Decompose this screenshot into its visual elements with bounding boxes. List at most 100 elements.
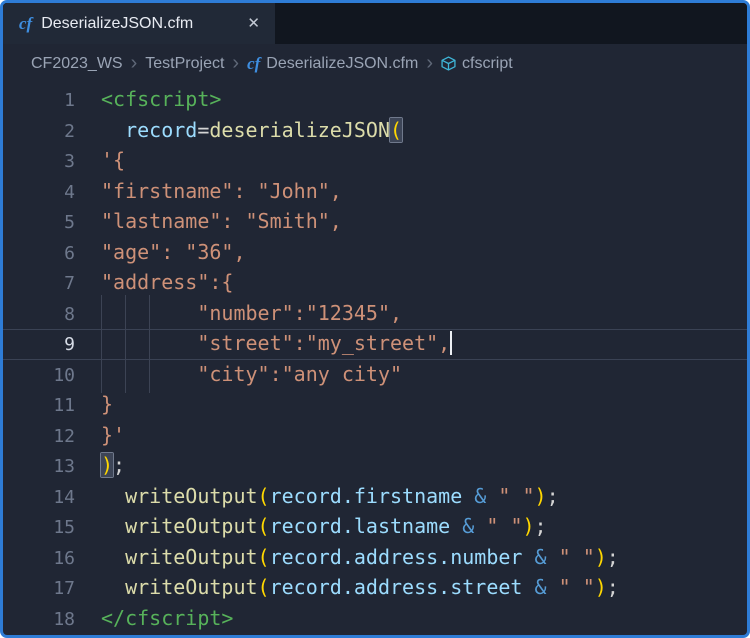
tab-title: DeserializeJSON.cfm	[41, 15, 235, 33]
token-plain	[547, 575, 559, 599]
breadcrumb-separator: ›	[426, 53, 433, 73]
token-brkt: (	[390, 118, 402, 142]
line-number: 7	[3, 269, 75, 299]
token-plain	[547, 545, 559, 569]
indent-guide	[149, 356, 150, 394]
token-plain	[522, 545, 534, 569]
code-text: record=deserializeJSON(	[101, 116, 747, 146]
code-text: "address":{	[101, 268, 747, 298]
line-number: 18	[3, 605, 75, 635]
code-text: }	[101, 390, 747, 420]
token-plain: ;	[535, 514, 547, 538]
code-editor[interactable]: 1<cfscript>2 record=deserializeJSON(3'{4…	[3, 83, 747, 634]
token-str: '{	[101, 148, 125, 172]
code-line-3[interactable]: 3 '{	[3, 146, 747, 177]
token-str: "number":"12345",	[197, 301, 402, 325]
indent-guide	[101, 356, 102, 394]
code-text: "age": "36",	[101, 238, 747, 268]
line-number: 17	[3, 574, 75, 604]
code-text: "number":"12345",	[101, 299, 747, 329]
line-number: 4	[3, 178, 75, 208]
token-plain	[101, 575, 125, 599]
line-number: 13	[3, 452, 75, 482]
breadcrumb-item-testproject[interactable]: TestProject	[145, 55, 224, 73]
line-number: 14	[3, 483, 75, 513]
token-str: " "	[559, 545, 595, 569]
code-line-2[interactable]: 2 record=deserializeJSON(	[3, 116, 747, 147]
token-plain: =	[197, 118, 209, 142]
breadcrumb-separator: ›	[131, 53, 138, 73]
code-line-17[interactable]: 17 writeOutput(record.address.street & "…	[3, 573, 747, 604]
code-text: writeOutput(record.address.street & " ")…	[101, 573, 747, 603]
breadcrumb-separator: ›	[232, 53, 239, 73]
code-line-12[interactable]: 12}'	[3, 421, 747, 452]
token-paren: (	[258, 575, 270, 599]
code-text: }'	[101, 421, 747, 451]
code-text: writeOutput(record.address.number & " ")…	[101, 543, 747, 573]
token-plain: ;	[547, 484, 559, 508]
coldfusion-file-icon: cf	[19, 15, 32, 32]
code-line-15[interactable]: 15 writeOutput(record.lastname & " ");	[3, 512, 747, 543]
token-var: record	[125, 118, 197, 142]
token-paren: )	[522, 514, 534, 538]
token-fn: writeOutput	[125, 575, 257, 599]
line-number: 2	[3, 117, 75, 147]
token-plain	[101, 514, 125, 538]
code-text: writeOutput(record.firstname & " ");	[101, 482, 747, 512]
token-str: "lastname": "Smith",	[101, 209, 342, 233]
token-plain	[522, 575, 534, 599]
token-var: record.firstname	[270, 484, 463, 508]
tab-close-icon[interactable]: ✕	[244, 14, 263, 33]
token-str: }	[101, 392, 113, 416]
code-line-6[interactable]: 6"age": "36",	[3, 238, 747, 269]
token-plain	[101, 545, 125, 569]
breadcrumb-item-cfscript[interactable]: cfscript	[441, 55, 513, 73]
token-str: "age": "36",	[101, 240, 246, 264]
token-plain	[474, 514, 486, 538]
breadcrumb-item-deserializejson-cfm[interactable]: cfDeserializeJSON.cfm	[247, 55, 418, 73]
token-plain: ;	[113, 453, 125, 477]
line-number: 3	[3, 147, 75, 177]
code-line-5[interactable]: 5 "lastname": "Smith",	[3, 207, 747, 238]
code-line-18[interactable]: 18</cfscript>	[3, 604, 747, 635]
token-str: " "	[486, 514, 522, 538]
code-line-14[interactable]: 14 writeOutput(record.firstname & " ");	[3, 482, 747, 513]
line-number: 15	[3, 513, 75, 543]
code-text: "firstname": "John",	[101, 177, 747, 207]
code-text: writeOutput(record.lastname & " ");	[101, 512, 747, 542]
cfscript-symbol-icon	[441, 56, 456, 71]
line-number: 1	[3, 86, 75, 116]
breadcrumb-label: TestProject	[145, 55, 224, 73]
token-paren: )	[595, 575, 607, 599]
token-fn: deserializeJSON	[209, 118, 390, 142]
code-line-4[interactable]: 4 "firstname": "John",	[3, 177, 747, 208]
breadcrumb-item-cf2023-ws[interactable]: CF2023_WS	[31, 55, 123, 73]
code-line-7[interactable]: 7 "address":{	[3, 268, 747, 299]
code-line-1[interactable]: 1 <cfscript>	[3, 85, 747, 116]
code-line-10[interactable]: 10 "city":"any city"	[3, 360, 747, 391]
token-amp: &	[474, 484, 486, 508]
token-brkt: )	[101, 453, 113, 477]
code-line-9[interactable]: 9 "street":"my_street",	[3, 329, 747, 360]
token-paren: )	[595, 545, 607, 569]
vscode-window: cf DeserializeJSON.cfm ✕ CF2023_WS › TestP…	[0, 0, 750, 638]
code-text: "city":"any city"	[101, 360, 747, 390]
tab-bar: cf DeserializeJSON.cfm ✕	[3, 3, 747, 44]
code-line-8[interactable]: 8 "number":"12345",	[3, 299, 747, 330]
text-cursor	[450, 331, 452, 355]
code-line-16[interactable]: 16 writeOutput(record.address.number & "…	[3, 543, 747, 574]
code-line-13[interactable]: 13);	[3, 451, 747, 482]
line-number: 8	[3, 300, 75, 330]
breadcrumb: CF2023_WS › TestProject › cfDeserializeJSON.…	[3, 44, 747, 83]
code-text: "lastname": "Smith",	[101, 207, 747, 237]
token-plain: ;	[607, 575, 619, 599]
line-number: 5	[3, 208, 75, 238]
line-number: 16	[3, 544, 75, 574]
code-text: <cfscript>	[101, 85, 747, 115]
token-tag: <cfscript>	[101, 87, 221, 111]
code-line-11[interactable]: 11}	[3, 390, 747, 421]
token-str: " "	[498, 484, 534, 508]
token-paren: )	[535, 484, 547, 508]
tab-deserializejson[interactable]: cf DeserializeJSON.cfm ✕	[3, 3, 275, 44]
token-plain	[450, 514, 462, 538]
